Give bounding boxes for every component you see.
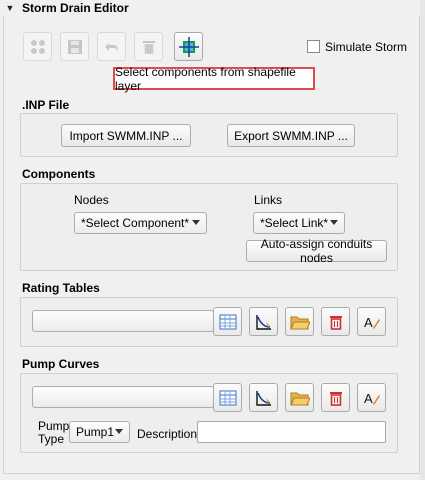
delete-curve-icon[interactable] xyxy=(321,383,350,412)
pump-type-value: Pump1 xyxy=(76,425,115,439)
pump-curves-title: Pump Curves xyxy=(22,357,100,371)
open-folder-icon[interactable] xyxy=(285,307,314,336)
pump-type-label-2: Type xyxy=(38,432,65,446)
svg-text:A: A xyxy=(364,315,373,330)
open-folder-icon[interactable] xyxy=(285,383,314,412)
rename-icon[interactable]: A xyxy=(357,307,386,336)
auto-assign-button[interactable]: Auto-assign conduits nodes xyxy=(246,237,387,265)
pump-type-label-1: Pump xyxy=(38,419,70,433)
export-swmm-button[interactable]: Export SWMM.INP ... xyxy=(227,124,355,147)
add-curve-icon[interactable] xyxy=(249,383,278,412)
delete-icon[interactable] xyxy=(134,32,163,61)
simulate-storm-checkbox[interactable] xyxy=(307,40,320,53)
chevron-down-icon xyxy=(115,429,123,434)
rating-tables-title: Rating Tables xyxy=(22,281,100,295)
chevron-down-icon xyxy=(192,220,200,225)
table-editor-icon[interactable] xyxy=(213,383,242,412)
nodes-select-value: *Select Component* xyxy=(81,216,190,230)
links-label: Links xyxy=(254,193,283,207)
description-input[interactable] xyxy=(197,421,386,443)
pump-type-select[interactable]: Pump1 xyxy=(69,421,130,443)
links-select-value: *Select Link* xyxy=(260,216,329,230)
import-swmm-button[interactable]: Import SWMM.INP ... xyxy=(61,124,191,147)
description-label: Description xyxy=(137,427,198,441)
delete-table-icon[interactable] xyxy=(321,307,350,336)
nodes-label: Nodes xyxy=(74,193,109,207)
nodes-select[interactable]: *Select Component* xyxy=(74,212,207,234)
save-icon[interactable] xyxy=(60,32,89,61)
chevron-down-icon xyxy=(330,220,338,225)
collapse-arrow-icon[interactable]: ▼ xyxy=(2,3,18,13)
panel-header[interactable]: ▼ Storm Drain Editor xyxy=(0,0,425,16)
add-curve-icon[interactable] xyxy=(249,307,278,336)
table-editor-icon[interactable] xyxy=(213,307,242,336)
schematize-icon[interactable] xyxy=(174,32,203,61)
scrollbar[interactable] xyxy=(420,0,425,480)
select-components-icon[interactable] xyxy=(23,32,52,61)
shapefile-hint: Select components from shapefile layer xyxy=(113,65,315,93)
undo-icon[interactable] xyxy=(97,32,126,61)
links-select[interactable]: *Select Link* xyxy=(253,212,345,234)
svg-text:A: A xyxy=(364,391,373,406)
simulate-storm-label: Simulate Storm xyxy=(325,40,408,54)
rename-icon[interactable]: A xyxy=(357,383,386,412)
rating-table-select[interactable] xyxy=(32,310,214,332)
pump-curve-select[interactable] xyxy=(32,386,214,408)
panel-title: Storm Drain Editor xyxy=(22,1,129,15)
inp-file-title: .INP File xyxy=(22,98,70,112)
components-title: Components xyxy=(22,167,96,181)
